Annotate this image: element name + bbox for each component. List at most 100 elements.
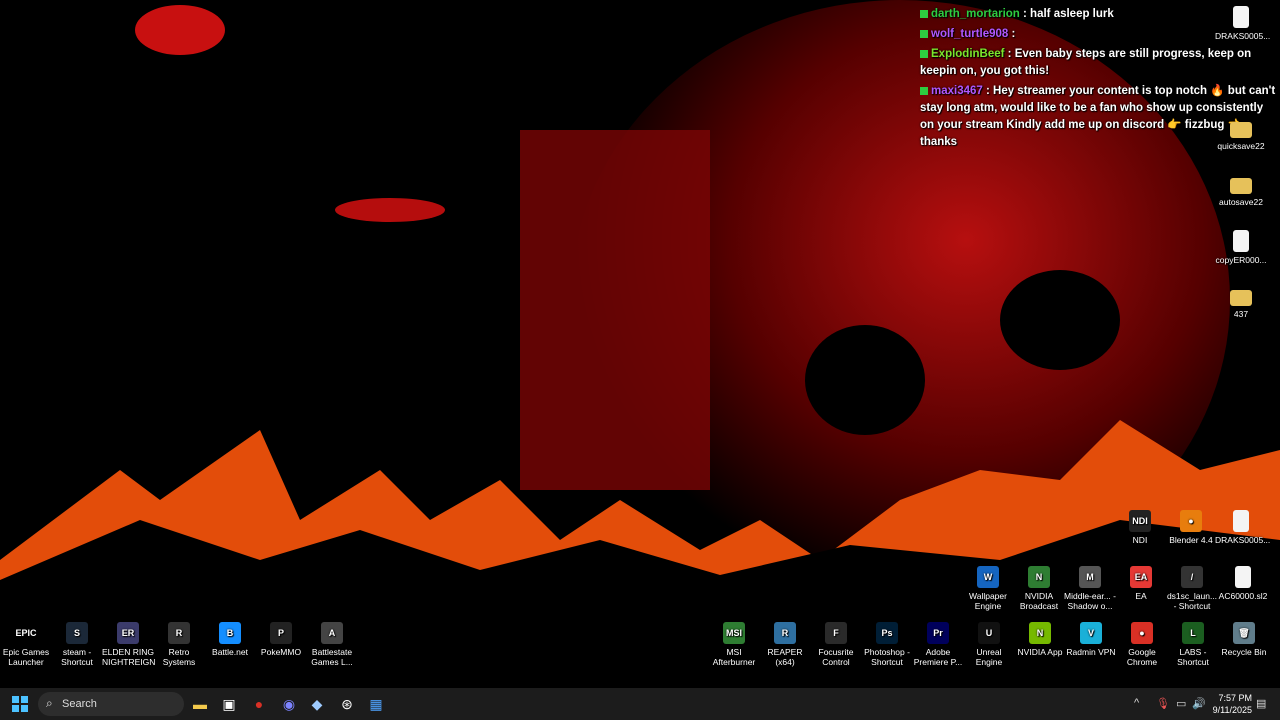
file-explorer-icon[interactable]: ▬ <box>188 692 212 716</box>
store-icon[interactable]: ▣ <box>217 692 241 716</box>
chat-username[interactable]: maxi3467 <box>931 85 983 97</box>
desktop-icon[interactable]: A Battlestate Games L... <box>306 622 358 667</box>
microphone-icon[interactable]: 🎙 <box>1156 697 1170 710</box>
app-icon: A <box>321 622 343 644</box>
desktop-icon[interactable]: MSI MSI Afterburner <box>708 622 760 667</box>
clock-time: 7:57 PM <box>1218 693 1252 703</box>
desktop-icon-label: steam - Shortcut <box>61 647 93 667</box>
desktop-icon[interactable]: 🗑 Recycle Bin <box>1218 622 1270 657</box>
desktop-icon[interactable]: autosave22 <box>1215 174 1267 207</box>
desktop-icon-label: NVIDIA Broadcast <box>1019 591 1059 611</box>
desktop-icon-label: 437 <box>1233 309 1249 319</box>
desktop-icon[interactable]: M Middle-ear... - Shadow o... <box>1064 566 1116 611</box>
app-icon: / <box>1181 566 1203 588</box>
desktop-icon[interactable]: ● Blender 4.4 <box>1165 510 1217 545</box>
desktop-icon[interactable]: Ssteam - Shortcut <box>51 622 103 667</box>
desktop-icon[interactable]: N NVIDIA App <box>1014 622 1066 657</box>
desktop-icon[interactable]: R Retro Systems <box>153 622 205 667</box>
file-icon <box>1233 510 1249 532</box>
desktop-icon[interactable]: L LABS - Shortcut <box>1167 622 1219 667</box>
desktop-icon-label: EA <box>1135 591 1147 601</box>
notification-icon[interactable]: ▤ <box>1256 697 1266 710</box>
app-icon: V <box>1080 622 1102 644</box>
desktop-icon[interactable]: AC60000.sl2 <box>1217 566 1269 601</box>
desktop-icon[interactable]: DRAKS0005... <box>1215 6 1270 41</box>
desktop-icon[interactable]: DRAKS0005... <box>1215 510 1270 545</box>
chrome-icon[interactable]: ● <box>247 692 271 716</box>
chat-username[interactable]: ExplodinBeef <box>931 48 1004 60</box>
desktop-icon-label: Epic Games Launcher <box>2 647 50 667</box>
desktop-icon[interactable]: EPIC Epic Games Launcher <box>0 622 52 667</box>
desktop-icon[interactable]: ● Google Chrome <box>1116 622 1168 667</box>
app-icon: U <box>978 622 1000 644</box>
photos-icon[interactable]: ▦ <box>364 692 388 716</box>
desktop-icon[interactable]: ER ELDEN RING NIGHTREIGN <box>102 622 156 667</box>
desktop-icon-label: ELDEN RING NIGHTREIGN <box>102 647 156 667</box>
app-icon: NDI <box>1129 510 1151 532</box>
chat-username[interactable]: wolf_turtle908 <box>931 28 1008 40</box>
app-icon: ER <box>117 622 139 644</box>
desktop-icon[interactable]: B Battle.net <box>204 622 256 657</box>
app-icon: MSI <box>723 622 745 644</box>
chevron-up-icon[interactable]: ^ <box>1134 697 1139 709</box>
desktop-icon-label: AC60000.sl2 <box>1218 591 1268 601</box>
app-icon: M <box>1079 566 1101 588</box>
desktop-icon[interactable]: P PokeMMO <box>255 622 307 657</box>
clock-date: 9/11/2025 <box>1212 705 1252 715</box>
desktop-icon-label: Middle-ear... - Shadow o... <box>1064 591 1116 611</box>
chat-message: ExplodinBeef : Even baby steps are still… <box>920 46 1280 80</box>
desktop-icon[interactable]: W Wallpaper Engine <box>962 566 1014 611</box>
desktop-icon-label: LABS - Shortcut <box>1177 647 1209 667</box>
desktop-icon[interactable]: N NVIDIA Broadcast <box>1013 566 1065 611</box>
clock[interactable]: 7:57 PM 9/11/2025 <box>1213 692 1252 716</box>
desktop-icon[interactable]: EA EA <box>1115 566 1167 601</box>
search-label: Search <box>62 698 97 710</box>
folder-icon <box>1230 178 1252 194</box>
volume-icon[interactable]: 🔊 <box>1192 697 1206 710</box>
app-icon: F <box>825 622 847 644</box>
app-icon[interactable]: ⊛ <box>335 692 359 716</box>
desktop-icon-label: Blender 4.4 <box>1169 535 1213 545</box>
app-icon: Pr <box>927 622 949 644</box>
desktop-icon[interactable]: R REAPER (x64) <box>759 622 811 667</box>
network-icon[interactable]: ▭ <box>1176 697 1186 710</box>
chat-username[interactable]: darth_mortarion <box>931 8 1020 20</box>
app-icon: S <box>66 622 88 644</box>
desktop-icon-label: Focusrite Control <box>818 647 854 667</box>
desktop-icon-label: Unreal Engine <box>975 647 1003 667</box>
chat-text: : half asleep lurk <box>1019 8 1114 20</box>
app-icon: R <box>168 622 190 644</box>
taskbar-search[interactable]: ⌕ Search <box>38 692 184 716</box>
app-icon: ● <box>1180 510 1202 532</box>
chat-text: : <box>1008 28 1016 40</box>
desktop-icon[interactable]: F Focusrite Control <box>810 622 862 667</box>
desktop-icon-label: autosave22 <box>1219 197 1263 207</box>
desktop-icon[interactable]: quicksave22 <box>1215 118 1267 151</box>
discord-icon[interactable]: ◉ <box>277 692 301 716</box>
file-icon <box>1233 6 1249 28</box>
desktop-icon[interactable]: copyER000... <box>1215 230 1267 265</box>
desktop-icon-label: Radmin VPN <box>1066 647 1116 657</box>
desktop-icon-label: Google Chrome <box>1126 647 1158 667</box>
app-icon: N <box>1029 622 1051 644</box>
folder-icon <box>1230 290 1252 306</box>
desktop-icon[interactable]: V Radmin VPN <box>1065 622 1117 657</box>
app-icon: N <box>1028 566 1050 588</box>
desktop-icon-label: quicksave22 <box>1217 141 1265 151</box>
desktop-icon-label: Wallpaper Engine <box>969 591 1007 611</box>
steam-icon[interactable]: ◆ <box>305 692 329 716</box>
desktop-icon[interactable]: U Unreal Engine <box>963 622 1015 667</box>
windows-icon <box>12 696 28 712</box>
desktop-icon[interactable]: Pr Adobe Premiere P... <box>912 622 964 667</box>
desktop-icon-label: copyER000... <box>1215 255 1267 265</box>
desktop-icon[interactable]: NDI NDI <box>1114 510 1166 545</box>
desktop-icon[interactable]: 437 <box>1215 286 1267 319</box>
search-icon: ⌕ <box>46 696 53 710</box>
app-icon: Ps <box>876 622 898 644</box>
start-button[interactable] <box>8 692 32 716</box>
desktop-icon[interactable]: / ds1sc_laun... - Shortcut <box>1166 566 1218 611</box>
app-icon: W <box>977 566 999 588</box>
desktop-icon-label: Recycle Bin <box>1221 647 1267 657</box>
desktop-icon[interactable]: Ps Photoshop - Shortcut <box>861 622 913 667</box>
desktop-icon-label: NDI <box>1132 535 1148 545</box>
